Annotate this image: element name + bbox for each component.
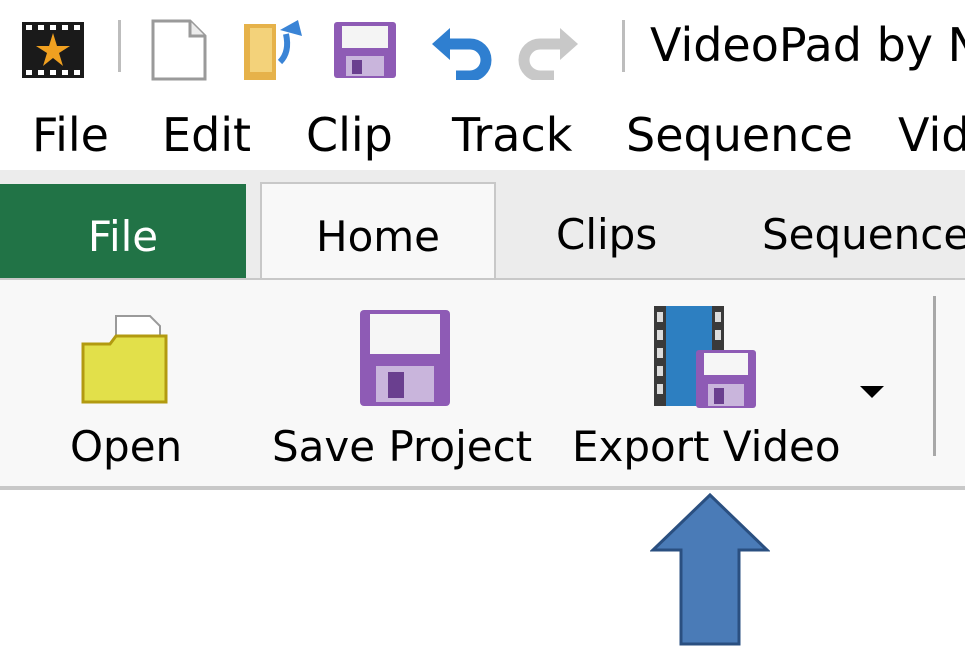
export-video-button[interactable]: Export Video (570, 280, 841, 480)
floppy-disk-icon (358, 308, 452, 412)
export-video-label: Export Video (572, 422, 841, 471)
menu-track[interactable]: Track (452, 106, 572, 164)
tab-file[interactable]: File (0, 184, 246, 280)
export-dropdown-arrow-icon[interactable] (858, 384, 886, 404)
undo-icon[interactable] (430, 22, 494, 84)
new-file-icon[interactable] (150, 18, 208, 86)
ribbon-border (0, 486, 965, 490)
menu-clip[interactable]: Clip (306, 106, 393, 164)
toolbar-separator (118, 20, 121, 72)
ribbon-tab-strip: File Home Clips Sequence (0, 170, 965, 282)
title-bar: VideoPad by N (0, 0, 965, 100)
tab-file-label: File (87, 212, 159, 261)
tab-home[interactable]: Home (260, 182, 496, 282)
menu-file[interactable]: File (32, 106, 109, 164)
annotation-up-arrow-icon (649, 492, 771, 651)
menu-bar: File Edit Clip Track Sequence Vid (0, 100, 965, 170)
folder-icon (80, 314, 170, 410)
open-label: Open (70, 422, 183, 471)
save-project-label: Save Project (272, 422, 533, 471)
tab-clips[interactable]: Clips (556, 208, 657, 262)
menu-video[interactable]: Vid (898, 106, 965, 164)
menu-edit[interactable]: Edit (162, 106, 251, 164)
open-folder-icon[interactable] (240, 18, 310, 86)
ribbon-home-panel: Open Save Project Export Video (0, 280, 965, 486)
menu-sequence[interactable]: Sequence (626, 106, 853, 164)
save-icon[interactable] (332, 20, 398, 84)
window-title: VideoPad by N (650, 18, 965, 72)
save-project-button[interactable]: Save Project (270, 280, 533, 480)
tab-sequence[interactable]: Sequence (762, 208, 965, 262)
redo-icon[interactable] (516, 22, 580, 84)
ribbon-separator (933, 296, 936, 456)
app-logo-icon[interactable] (22, 22, 84, 82)
toolbar-separator (622, 20, 625, 72)
open-button[interactable]: Open (60, 280, 190, 480)
tab-home-label: Home (315, 212, 441, 261)
export-video-icon (652, 304, 758, 414)
